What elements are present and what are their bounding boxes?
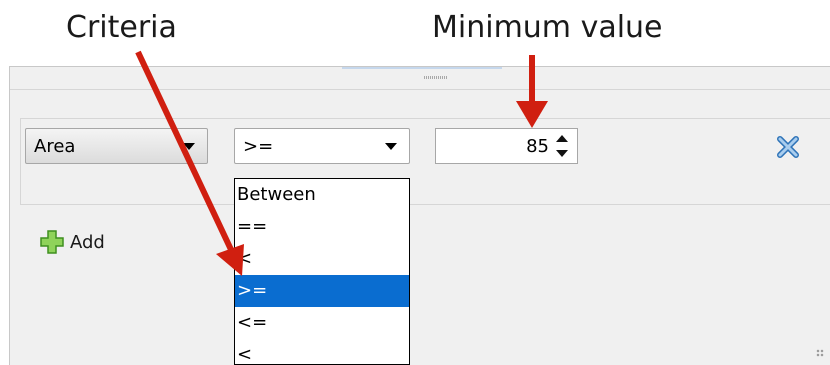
panel-splitter[interactable] [10,67,830,90]
splitter-grip[interactable] [424,76,448,79]
chevron-down-icon[interactable] [385,142,397,150]
remove-filter-button[interactable] [776,135,800,159]
add-plus-icon [40,230,64,254]
minimum-value-callout-label: Minimum value [432,10,663,45]
field-combo-value: Area [34,135,76,157]
spin-down-icon[interactable] [556,150,568,157]
minimum-value-text: 85 [526,135,549,157]
spin-buttons[interactable] [555,133,569,159]
operator-dropdown-list[interactable]: Between == < >= <= < [234,178,410,365]
add-button-label: Add [70,231,105,253]
add-filter-button[interactable]: Add [40,228,105,256]
operator-option[interactable]: Between [235,179,409,211]
operator-combo-value: >= [243,135,274,157]
operator-option[interactable]: >= [235,275,409,307]
remove-icon [777,136,799,158]
operator-option[interactable]: < [235,243,409,275]
operator-combo[interactable]: >= [234,128,410,164]
spin-up-icon[interactable] [556,135,568,142]
operator-option[interactable]: <= [235,307,409,339]
operator-option[interactable]: == [235,211,409,243]
field-combo[interactable]: Area [25,128,208,164]
resize-grip[interactable] [816,349,824,357]
splitter-accent [342,67,502,69]
criteria-callout-label: Criteria [66,10,177,45]
operator-option[interactable]: < [235,339,409,364]
chevron-down-icon[interactable] [183,142,195,150]
minimum-value-spinbox[interactable]: 85 [435,128,578,164]
filter-panel [9,66,830,365]
